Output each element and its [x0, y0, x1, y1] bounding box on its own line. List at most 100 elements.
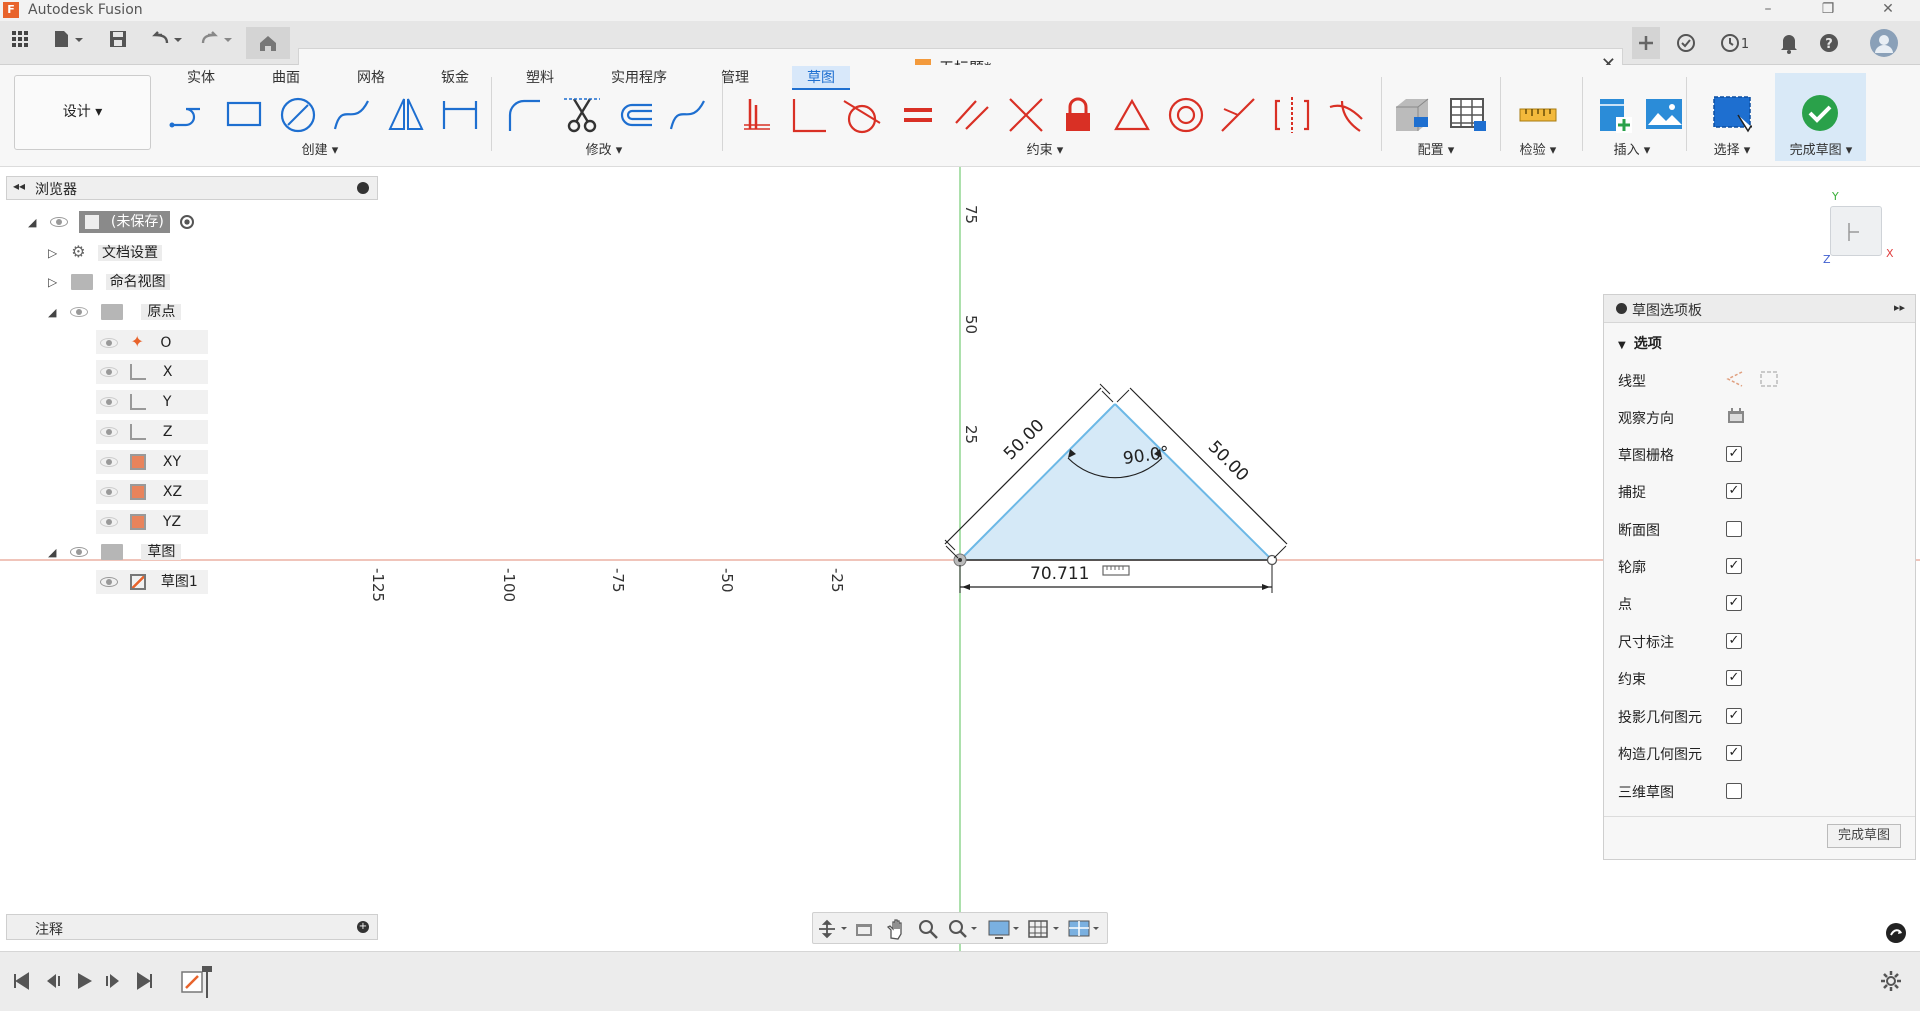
insert-group-label[interactable]: 插入 ▾ [1602, 139, 1662, 158]
visibility-eye-icon[interactable] [50, 217, 69, 227]
hidden-eye-icon[interactable] [100, 397, 118, 407]
apps-grid-icon[interactable] [6, 29, 34, 57]
notes-panel[interactable]: 注释 + [6, 914, 378, 940]
browser-minimize-icon[interactable] [357, 182, 369, 194]
palette-expand-icon[interactable]: ▸▸ [1894, 301, 1905, 314]
browser-item-sketches[interactable]: ◢ 草图 [48, 540, 182, 564]
browser-item-xz-plane[interactable]: XZ [96, 480, 208, 504]
coincident-constraint-icon[interactable] [736, 95, 776, 135]
browser-item-named-views[interactable]: ▷ 命名视图 [48, 270, 170, 294]
browser-root[interactable]: ◢ (未保存) [28, 210, 195, 234]
redo-icon[interactable] [196, 29, 236, 57]
save-icon[interactable] [104, 29, 132, 57]
options-section-header[interactable]: ▼ 选项 [1618, 333, 1662, 353]
midpoint-constraint-icon[interactable] [1218, 95, 1258, 135]
browser-item-xy-plane[interactable]: XY [96, 450, 208, 474]
projected-geometry-checkbox[interactable]: ✓ [1726, 708, 1742, 724]
tab-surface[interactable]: 曲面 [265, 66, 307, 90]
visibility-eye-icon[interactable] [100, 577, 118, 587]
new-tab-icon[interactable] [1632, 27, 1660, 59]
insert-image-icon[interactable] [1644, 95, 1684, 135]
notification-bell-icon[interactable] [1775, 29, 1803, 57]
browser-item-z-axis[interactable]: Z [96, 420, 208, 444]
file-icon[interactable] [48, 29, 88, 57]
dim-bottom-text[interactable]: 70.711 [1030, 564, 1089, 584]
communication-icon[interactable] [1885, 922, 1907, 944]
sync-icon[interactable] [1672, 29, 1700, 57]
timeline-sketch-feature-icon[interactable] [180, 964, 216, 998]
tangent-constraint-icon[interactable] [842, 95, 882, 135]
parallel-constraint-icon[interactable] [952, 95, 992, 135]
dimension-tool-icon[interactable] [440, 95, 480, 135]
finish-sketch-button[interactable]: 完成草图 [1827, 824, 1901, 848]
display-settings-icon[interactable] [987, 918, 1023, 940]
inspect-group-label[interactable]: 检验 ▾ [1508, 139, 1568, 158]
triangle-constraint-icon[interactable] [1112, 95, 1152, 135]
sketch-grid-checkbox[interactable]: ✓ [1726, 446, 1742, 462]
hidden-eye-icon[interactable] [100, 367, 118, 377]
tab-sheet-metal[interactable]: 钣金 [434, 66, 476, 90]
browser-item-origin[interactable]: ◢ 原点 [48, 300, 182, 324]
home-icon[interactable] [246, 27, 290, 59]
insert-component-icon[interactable] [1594, 95, 1634, 135]
collapse-browser-icon[interactable]: ◂◂ [13, 179, 25, 193]
browser-panel-header[interactable]: ◂◂ 浏览器 [6, 176, 378, 200]
palette-minimize-icon[interactable] [1616, 303, 1627, 314]
finish-sketch-check-icon[interactable] [1800, 93, 1840, 133]
constraints-checkbox[interactable]: ✓ [1726, 670, 1742, 686]
go-to-start-icon[interactable] [12, 972, 30, 990]
step-forward-icon[interactable] [104, 972, 122, 990]
browser-item-sketch1[interactable]: 草图1 [96, 570, 208, 594]
tab-utilities[interactable]: 实用程序 [603, 66, 675, 90]
tab-plastic[interactable]: 塑料 [519, 66, 561, 90]
offset-tool-icon[interactable] [614, 95, 654, 135]
browser-item-y-axis[interactable]: Y [96, 390, 208, 414]
close-window-button[interactable]: ✕ [1865, 0, 1911, 21]
tab-manage[interactable]: 管理 [714, 66, 756, 90]
parameters-table-icon[interactable] [1448, 95, 1488, 135]
hidden-eye-icon[interactable] [100, 487, 118, 497]
view-cube[interactable] [1830, 206, 1882, 256]
line-tool-icon[interactable] [168, 95, 208, 135]
mirror-tool-icon[interactable] [386, 95, 426, 135]
job-status-icon[interactable]: 1 [1712, 29, 1756, 57]
zoom-icon[interactable] [917, 918, 939, 940]
configure-table-icon[interactable] [1392, 95, 1432, 135]
hidden-eye-icon[interactable] [100, 457, 118, 467]
equal-constraint-icon[interactable] [898, 95, 938, 135]
rectangle-tool-icon[interactable] [224, 95, 264, 135]
spline-tool-icon[interactable] [332, 95, 372, 135]
minimize-button[interactable]: – [1745, 0, 1791, 21]
restore-button[interactable]: ❐ [1805, 0, 1851, 21]
symmetry-constraint-icon[interactable] [1272, 95, 1312, 135]
zoom-window-icon[interactable] [947, 918, 981, 940]
look-at-nav-icon[interactable] [853, 918, 875, 940]
visibility-eye-icon[interactable] [70, 547, 89, 557]
trim-tool-icon[interactable] [562, 95, 602, 135]
dimensions-checkbox[interactable]: ✓ [1726, 633, 1742, 649]
browser-item-origin-point[interactable]: ✦ O [96, 330, 208, 354]
select-group-label[interactable]: 选择 ▾ [1702, 139, 1762, 158]
hidden-eye-icon[interactable] [100, 427, 118, 437]
snap-checkbox[interactable]: ✓ [1726, 483, 1742, 499]
browser-item-yz-plane[interactable]: YZ [96, 510, 208, 534]
measure-ruler-icon[interactable] [1518, 95, 1558, 135]
gear-icon[interactable] [1880, 970, 1902, 992]
points-checkbox[interactable]: ✓ [1726, 595, 1742, 611]
browser-item-doc-settings[interactable]: ▷ ⚙ 文档设置 [48, 240, 163, 264]
linetype-centerline-icon[interactable] [1758, 369, 1780, 389]
workspace-switcher[interactable]: 设计 ▾ [14, 75, 151, 150]
tab-mesh[interactable]: 网格 [350, 66, 392, 90]
construction-geometry-checkbox[interactable]: ✓ [1726, 745, 1742, 761]
step-back-icon[interactable] [44, 972, 62, 990]
orbit-icon[interactable] [817, 918, 851, 940]
go-to-end-icon[interactable] [136, 972, 154, 990]
hidden-eye-icon[interactable] [70, 307, 89, 317]
circle-tool-icon[interactable] [278, 95, 318, 135]
notes-expand-icon[interactable]: + [357, 921, 369, 933]
configure-group-label[interactable]: 配置 ▾ [1406, 139, 1466, 158]
browser-item-x-axis[interactable]: X [96, 360, 208, 384]
hidden-eye-icon[interactable] [100, 517, 118, 527]
fillet-tool-icon[interactable] [504, 95, 544, 135]
perpendicular-constraint-icon[interactable] [790, 95, 830, 135]
